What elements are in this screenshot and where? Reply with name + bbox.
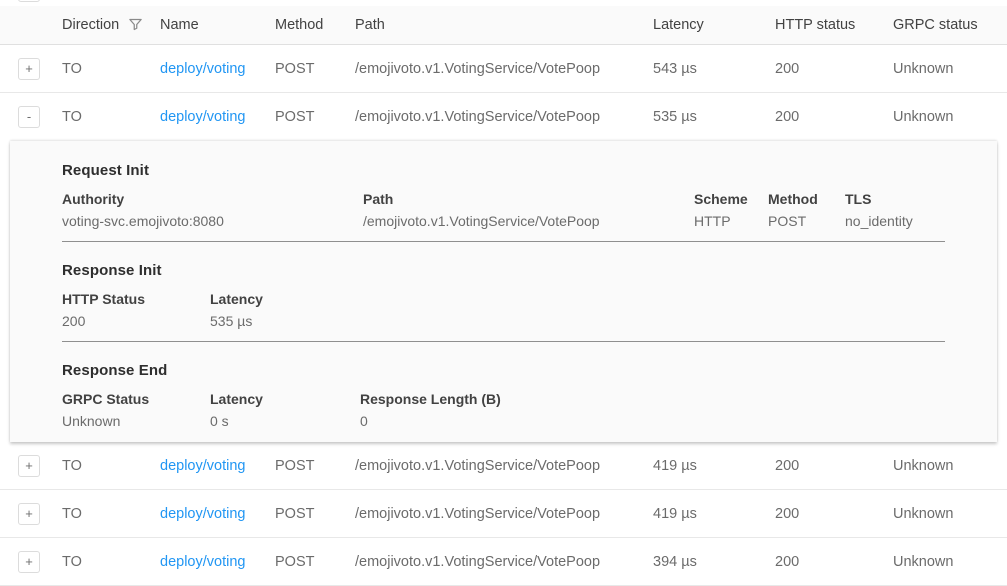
latency-value: 535 µs <box>210 314 350 329</box>
direction-cell: TO <box>52 458 150 474</box>
http-status-field: HTTP Status 200 <box>62 292 210 329</box>
method-cell: POST <box>265 109 345 125</box>
expand-row-button: + <box>18 0 40 2</box>
method-field: Method POST <box>768 192 845 229</box>
section-divider <box>62 241 945 242</box>
tap-events-table: + TO deploy/voting POST /emojivoto.v1.Vo… <box>0 0 1007 586</box>
response-length-value: 0 <box>360 414 935 429</box>
http-status-cell: 200 <box>765 506 883 522</box>
grpc-status-cell: Unknown <box>883 458 1007 474</box>
path-label: Path <box>363 192 684 207</box>
response-length-field: Response Length (B) 0 <box>360 392 945 429</box>
resource-link[interactable]: deploy/voting <box>160 506 245 522</box>
collapse-row-button[interactable]: - <box>18 106 40 128</box>
latency-label: Latency <box>210 392 350 407</box>
path-cell: /emojivoto.v1.VotingService/VotePoop <box>345 554 643 570</box>
request-init-fields: Authority voting-svc.emojivoto:8080 Path… <box>62 192 945 229</box>
resource-link[interactable]: deploy/voting <box>160 109 245 125</box>
grpc-status-label: GRPC Status <box>62 392 200 407</box>
resource-link[interactable]: deploy/voting <box>160 458 245 474</box>
latency-label: Latency <box>210 292 350 307</box>
response-end-heading: Response End <box>62 361 945 380</box>
direction-cell: TO <box>52 554 150 570</box>
expand-row-button[interactable]: + <box>18 551 40 573</box>
method-cell: POST <box>265 61 345 77</box>
grpc-status-field: GRPC Status Unknown <box>62 392 210 429</box>
path-cell: /emojivoto.v1.VotingService/VotePoop <box>345 458 643 474</box>
http-status-cell: 200 <box>765 554 883 570</box>
path-cell: /emojivoto.v1.VotingService/VotePoop <box>345 109 643 125</box>
method-cell: POST <box>265 554 345 570</box>
method-value: POST <box>768 214 835 229</box>
grpc-status-value: Unknown <box>62 414 200 429</box>
http-status-value: 200 <box>62 314 200 329</box>
method-cell: POST <box>265 506 345 522</box>
path-cell: /emojivoto.v1.VotingService/VotePoop <box>345 61 643 77</box>
response-init-heading: Response Init <box>62 261 945 280</box>
column-header-latency[interactable]: Latency <box>643 17 765 33</box>
latency-field: Latency 0 s <box>210 392 360 429</box>
direction-cell: TO <box>52 109 150 125</box>
table-header: Direction Name Method Path Latency HTTP … <box>0 6 1007 45</box>
scheme-field: Scheme HTTP <box>694 192 768 229</box>
latency-cell: 543 µs <box>643 61 765 77</box>
response-end-fields: GRPC Status Unknown Latency 0 s Response… <box>62 392 945 429</box>
expand-row-button[interactable]: + <box>18 58 40 80</box>
tls-value: no_identity <box>845 214 935 229</box>
grpc-status-cell: Unknown <box>883 61 1007 77</box>
http-status-cell: 200 <box>765 458 883 474</box>
request-init-heading: Request Init <box>62 161 945 180</box>
column-header-grpc-status[interactable]: GRPC status <box>883 17 1007 33</box>
table-row-expanded: - TO deploy/voting POST /emojivoto.v1.Vo… <box>0 93 1007 141</box>
column-header-direction[interactable]: Direction <box>52 15 150 36</box>
latency-cell: 419 µs <box>643 506 765 522</box>
authority-field: Authority voting-svc.emojivoto:8080 <box>62 192 363 229</box>
resource-link[interactable]: deploy/voting <box>160 61 245 77</box>
response-length-label: Response Length (B) <box>360 392 935 407</box>
latency-cell: 394 µs <box>643 554 765 570</box>
column-header-path[interactable]: Path <box>345 17 643 33</box>
path-cell: /emojivoto.v1.VotingService/VotePoop <box>345 506 643 522</box>
authority-label: Authority <box>62 192 353 207</box>
http-status-label: HTTP Status <box>62 292 200 307</box>
path-field: Path /emojivoto.v1.VotingService/VotePoo… <box>363 192 694 229</box>
latency-cell: 419 µs <box>643 458 765 474</box>
table-row: + TO deploy/voting POST /emojivoto.v1.Vo… <box>0 45 1007 93</box>
expand-row-button[interactable]: + <box>18 455 40 477</box>
table-row: + TO deploy/voting POST /emojivoto.v1.Vo… <box>0 442 1007 490</box>
column-header-http-status[interactable]: HTTP status <box>765 17 883 33</box>
direction-header-label: Direction <box>62 17 119 33</box>
latency-value: 0 s <box>210 414 350 429</box>
path-value: /emojivoto.v1.VotingService/VotePoop <box>363 214 684 229</box>
scheme-label: Scheme <box>694 192 758 207</box>
table-row: + TO deploy/voting POST /emojivoto.v1.Vo… <box>0 490 1007 538</box>
scheme-value: HTTP <box>694 214 758 229</box>
http-status-cell: 200 <box>765 109 883 125</box>
tls-label: TLS <box>845 192 935 207</box>
grpc-status-cell: Unknown <box>883 109 1007 125</box>
table-row: + TO deploy/voting POST /emojivoto.v1.Vo… <box>0 538 1007 586</box>
filter-funnel-icon[interactable] <box>128 17 143 36</box>
resource-link[interactable]: deploy/voting <box>160 554 245 570</box>
column-header-method[interactable]: Method <box>265 17 345 33</box>
grpc-status-cell: Unknown <box>883 506 1007 522</box>
clipped-row-above: + TO deploy/voting POST /emojivoto.v1.Vo… <box>0 0 1007 6</box>
section-divider <box>62 341 945 342</box>
method-cell: POST <box>265 458 345 474</box>
tls-field: TLS no_identity <box>845 192 945 229</box>
grpc-status-cell: Unknown <box>883 554 1007 570</box>
expanded-detail-panel: Request Init Authority voting-svc.emojiv… <box>10 141 997 442</box>
direction-cell: TO <box>52 61 150 77</box>
direction-cell: TO <box>52 506 150 522</box>
column-header-name[interactable]: Name <box>150 17 265 33</box>
authority-value: voting-svc.emojivoto:8080 <box>62 214 353 229</box>
expand-row-button[interactable]: + <box>18 503 40 525</box>
latency-cell: 535 µs <box>643 109 765 125</box>
latency-field: Latency 535 µs <box>210 292 360 329</box>
http-status-cell: 200 <box>765 61 883 77</box>
method-label: Method <box>768 192 835 207</box>
response-init-fields: HTTP Status 200 Latency 535 µs <box>62 292 945 329</box>
